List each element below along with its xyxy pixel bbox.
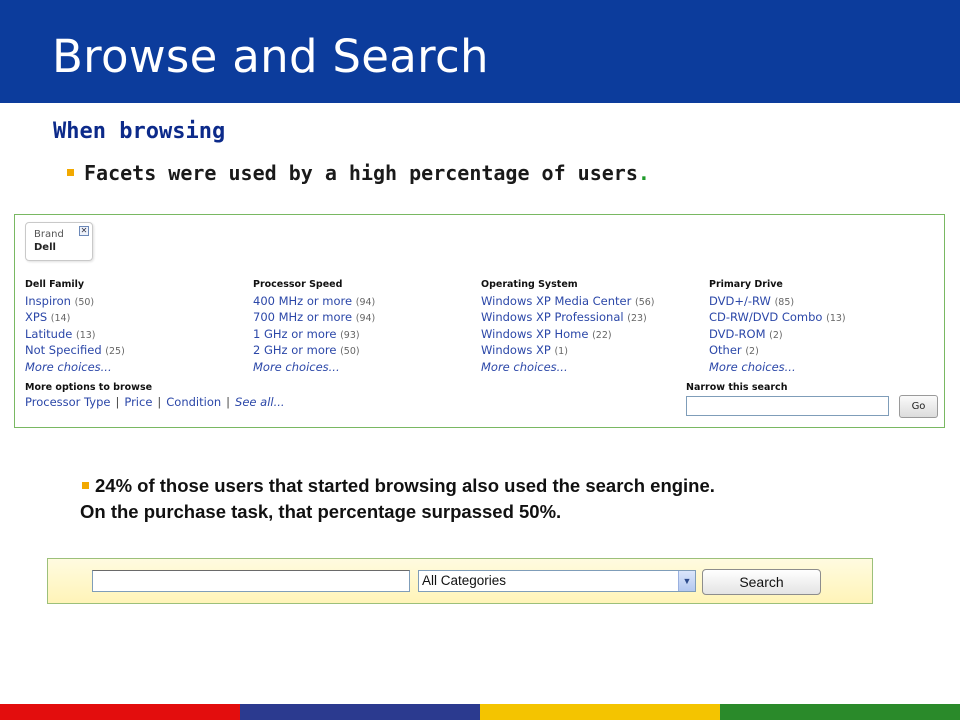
bullet-facets-period: .	[637, 161, 650, 185]
category-selected-value: All Categories	[422, 573, 507, 588]
link-separator: |	[157, 395, 162, 409]
more-choices-link[interactable]: More choices...	[709, 360, 846, 376]
square-bullet-icon	[82, 481, 89, 489]
bullet-facets: Facets were used by a high percentage of…	[67, 161, 650, 185]
narrow-search-header: Narrow this search	[686, 382, 788, 393]
facet-link[interactable]: 400 MHz or more (94)	[253, 294, 375, 311]
more-options-links: Processor Type | Price | Condition | See all..…	[25, 395, 285, 409]
facet-link[interactable]: Not Specified (25)	[25, 343, 125, 360]
facet-link[interactable]: 1 GHz or more (93)	[253, 327, 375, 344]
facet-link[interactable]: 700 MHz or more (94)	[253, 310, 375, 327]
browse-link-condition[interactable]: Condition	[166, 395, 221, 409]
footer-stripe-blue	[240, 704, 480, 720]
para-line-1: 24% of those users that started browsing…	[82, 473, 942, 499]
para-line-2: On the purchase task, that percentage su…	[80, 501, 562, 522]
facet-link[interactable]: Windows XP Professional (23)	[481, 310, 655, 327]
facet-link[interactable]: 2 GHz or more (50)	[253, 343, 375, 360]
facet-header: Dell Family	[25, 279, 85, 290]
square-bullet-icon	[67, 169, 74, 176]
close-icon[interactable]: ✕	[79, 226, 89, 236]
footer-stripe-yellow	[480, 704, 720, 720]
facet-link[interactable]: Windows XP (1)	[481, 343, 655, 360]
brand-filter-label: Brand	[34, 229, 64, 240]
brand-filter-value: Dell	[34, 242, 56, 253]
narrow-search-input[interactable]	[686, 396, 889, 416]
link-separator: |	[226, 395, 231, 409]
facet-header: Processor Speed	[253, 279, 343, 290]
footer-stripe-green	[720, 704, 960, 720]
facet-link[interactable]: Latitude (13)	[25, 327, 125, 344]
bullet-facets-text: Facets were used by a high percentage of…	[84, 161, 638, 185]
facet-link[interactable]: Windows XP Media Center (56)	[481, 294, 655, 311]
facet-link[interactable]: Inspiron (50)	[25, 294, 125, 311]
more-choices-link[interactable]: More choices...	[481, 360, 655, 376]
search-bar: All Categories ▼ Search	[47, 558, 873, 604]
facet-header: Operating System	[481, 279, 578, 290]
facet-panel: Brand Dell ✕ Dell Family Inspiron (50) X…	[14, 214, 945, 428]
facet-header: Primary Drive	[709, 279, 783, 290]
facet-link[interactable]: Other (2)	[709, 343, 846, 360]
subheading: When browsing	[53, 119, 226, 144]
see-all-link[interactable]: See all...	[235, 395, 285, 409]
category-select[interactable]: All Categories ▼	[418, 570, 696, 592]
facet-link[interactable]: Windows XP Home (22)	[481, 327, 655, 344]
facet-column-dell-family: Dell Family Inspiron (50) XPS (14) Latit…	[25, 277, 125, 376]
footer-color-stripe	[0, 704, 960, 720]
go-button[interactable]: Go	[899, 395, 938, 418]
browse-link-processor-type[interactable]: Processor Type	[25, 395, 110, 409]
more-choices-link[interactable]: More choices...	[253, 360, 375, 376]
search-button[interactable]: Search	[702, 569, 821, 595]
slide-title: Browse and Search	[52, 30, 489, 83]
facet-link[interactable]: XPS (14)	[25, 310, 125, 327]
facet-link[interactable]: DVD-ROM (2)	[709, 327, 846, 344]
brand-filter-box: Brand Dell ✕	[25, 222, 93, 261]
footer-stripe-red	[0, 704, 240, 720]
facet-column-primary-drive: Primary Drive DVD+/-RW (85) CD-RW/DVD Co…	[709, 277, 846, 376]
facet-link[interactable]: DVD+/-RW (85)	[709, 294, 846, 311]
browse-link-price[interactable]: Price	[124, 395, 152, 409]
more-options-header: More options to browse	[25, 382, 153, 393]
more-options-browse: More options to browse Processor Type | Pr…	[25, 382, 285, 409]
facet-column-operating-system: Operating System Windows XP Media Center…	[481, 277, 655, 376]
link-separator: |	[115, 395, 120, 409]
chevron-down-icon[interactable]: ▼	[678, 571, 695, 591]
facet-column-processor-speed: Processor Speed 400 MHz or more (94) 700…	[253, 277, 375, 376]
search-input[interactable]	[92, 570, 410, 592]
search-usage-paragraph: 24% of those users that started browsing…	[80, 473, 942, 525]
facet-link[interactable]: CD-RW/DVD Combo (13)	[709, 310, 846, 327]
narrow-search: Narrow this search Go	[686, 382, 938, 418]
more-choices-link[interactable]: More choices...	[25, 360, 125, 376]
title-bar: Browse and Search	[0, 0, 960, 103]
